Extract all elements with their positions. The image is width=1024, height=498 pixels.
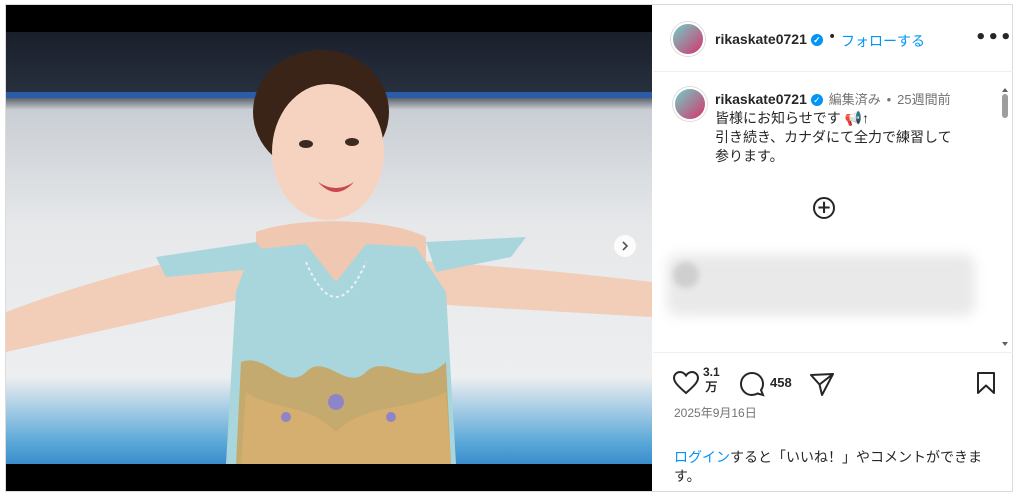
avatar[interactable] (673, 87, 707, 121)
scroll-down-arrow-icon[interactable] (1002, 342, 1008, 346)
post-photo (6, 32, 652, 464)
blurred-avatar (673, 262, 699, 288)
post-media (6, 5, 652, 491)
caption-username[interactable]: rikaskate0721 (715, 91, 807, 107)
skater-illustration (6, 50, 652, 464)
blurred-comment (667, 254, 975, 316)
scrollbar-thumb[interactable] (1002, 94, 1008, 118)
comment-count[interactable]: 458 (770, 375, 792, 390)
caption-line: 引き続き、カナダにて全力で練習して (715, 129, 952, 145)
bookmark-icon[interactable] (975, 371, 997, 395)
like-count-unit: 万 (705, 380, 718, 394)
follow-button[interactable]: フォローする (841, 31, 925, 51)
username-text[interactable]: rikaskate0721 (715, 31, 807, 47)
edited-label: 編集済み (828, 92, 881, 107)
comments-scrollbar[interactable] (1001, 88, 1009, 350)
scroll-up-arrow-icon[interactable] (1002, 88, 1008, 92)
username-link[interactable]: rikaskate0721 ✓ (715, 31, 823, 47)
caption-line: 皆様にお知らせです 📢↑ (715, 110, 870, 126)
post-embed: rikaskate0721 ✓ • フォローする ••• rikaskate072… (5, 4, 1013, 492)
like-count-value: 3.1 (703, 365, 720, 379)
verified-badge-icon: ✓ (810, 94, 823, 107)
heart-icon[interactable] (673, 371, 699, 395)
verified-badge-icon: ✓ (810, 34, 823, 47)
avatar[interactable] (671, 22, 705, 56)
separator-dot: • (886, 92, 892, 107)
like-count[interactable]: 3.1 万 (703, 365, 720, 395)
login-prompt: ログインすると「いいね！」やコメントができます。 (674, 448, 1004, 486)
next-slide-button[interactable] (614, 235, 636, 257)
caption-text: 皆様にお知らせです 📢↑ 引き続き、カナダにて全力で練習して 参ります。 (715, 109, 985, 166)
post-header: rikaskate0721 ✓ • フォローする ••• (653, 5, 1013, 72)
post-actions: 3.1 万 458 2025年9月16日 ログインすると「いいね！」やコメントが… (653, 352, 1013, 492)
plus-circle-icon[interactable]: + (813, 197, 835, 219)
send-icon[interactable] (809, 371, 835, 397)
caption-line: 参ります。 (715, 148, 784, 164)
comment-icon[interactable] (739, 371, 765, 397)
post-date[interactable]: 2025年9月16日 (674, 404, 757, 421)
comments-panel: rikaskate0721 ✓ 編集済み • 25週間前 皆様にお知らせです 📢↑… (653, 72, 1013, 352)
chevron-right-icon (622, 241, 629, 251)
login-link[interactable]: ログイン (674, 449, 730, 465)
post-age[interactable]: 25週間前 (897, 92, 950, 107)
more-options-icon[interactable]: ••• (975, 27, 1013, 48)
separator-dot: • (828, 29, 837, 45)
caption-header: rikaskate0721 ✓ 編集済み • 25週間前 (715, 89, 951, 108)
